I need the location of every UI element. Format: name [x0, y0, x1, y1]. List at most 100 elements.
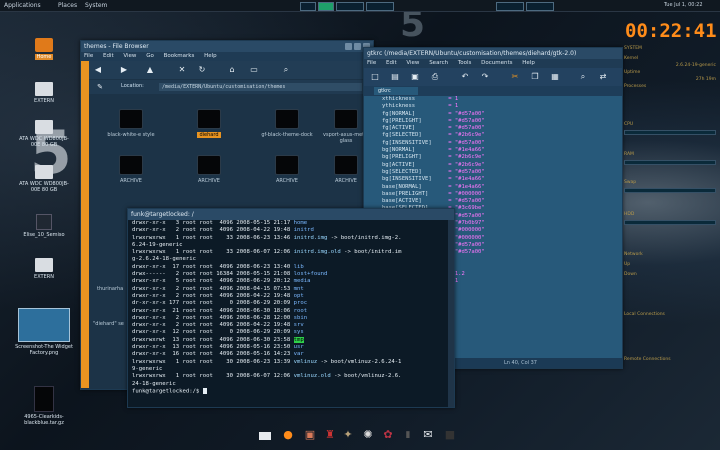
desktop-icon-screenshot[interactable]: Screenshot-The Widget Factory.png [12, 308, 76, 356]
conky-line: Up [624, 262, 631, 267]
menu-help[interactable]: Help [204, 53, 217, 59]
save-icon[interactable]: ▣ [410, 72, 420, 82]
mail-icon[interactable]: ✉ [421, 428, 435, 442]
menu-help[interactable]: Help [522, 60, 535, 66]
desktop-icon-home[interactable]: Home [16, 38, 72, 60]
replace-icon[interactable]: ⇄ [598, 72, 608, 82]
folder-item-selected[interactable]: diehard [179, 109, 239, 138]
terminal-entry-name: vmlinuz.old [293, 373, 331, 380]
drive-icon [35, 258, 53, 272]
menu-documents[interactable]: Documents [481, 60, 512, 66]
terminal-entry-name: lib [293, 263, 304, 270]
desktop-icon-hdd-1[interactable]: ATA WDC WD800JB-00E 80 GB [16, 120, 72, 148]
menu-file[interactable]: File [84, 53, 93, 59]
undo-icon[interactable]: ↶ [460, 72, 470, 82]
menu-edit[interactable]: Edit [103, 53, 114, 59]
conky-line: Swap [624, 180, 637, 185]
desktop-icon-label: ATA WDC WD800JB-00E 80 GB [19, 181, 69, 193]
code-key: bg[INSENSITIVE] [382, 176, 432, 183]
terminal-text: drwxr-xr-x 2 root root 4096 2008-04-15 0… [132, 285, 294, 292]
pidgin-icon[interactable]: ✿ [381, 428, 395, 442]
forward-arrow-icon[interactable]: ▶ [119, 65, 129, 75]
paste-icon[interactable]: ▦ [550, 72, 560, 82]
archive-item[interactable]: ARCHIVE [257, 155, 317, 184]
terminal-line: drwxr-xr-x 2 root root 4096 2008-04-22 1… [132, 293, 448, 300]
menu-bookmarks[interactable]: Bookmarks [164, 53, 195, 59]
image-viewer-icon[interactable]: ▣ [303, 428, 317, 442]
code-key: fg[SELECTED] [382, 132, 422, 139]
search-icon[interactable]: ⌕ [281, 65, 291, 75]
minimize-icon[interactable] [345, 43, 352, 50]
code-line: fg[NORMAL] = "#d57a00" [382, 111, 622, 118]
redo-icon[interactable]: ↷ [480, 72, 490, 82]
network-icon[interactable]: ✺ [361, 428, 375, 442]
terminal-text: drwxrwxrwt 13 root root 4096 2008-06-30 … [132, 336, 294, 343]
menu-go[interactable]: Go [146, 53, 154, 59]
computer-icon[interactable]: ▭ [249, 65, 259, 75]
desktop-icon-label: EXTERN [34, 274, 54, 280]
copy-icon[interactable]: ❐ [530, 72, 540, 82]
edit-location-icon[interactable]: ✎ [95, 82, 105, 92]
media-player-icon[interactable]: ♜ [323, 428, 337, 442]
menu-view[interactable]: View [406, 60, 419, 66]
reload-icon[interactable]: ↻ [197, 65, 207, 75]
home-icon[interactable]: ⌂ [227, 65, 237, 75]
folder-icon [119, 109, 143, 129]
location-input[interactable]: /media/EXTERN/Ubuntu/customisation/theme… [159, 83, 362, 91]
code-line: base[PRELIGHT] = "#000000" [382, 191, 622, 198]
terminal-line: lrwxrwxrwx 1 root root 30 2008-06-23 13:… [132, 359, 448, 366]
dock-bar: ● ▣ ♜ ✦ ✺ ✿ ▮ ✉ ■ [255, 424, 465, 446]
cut-icon[interactable]: ✂ [510, 72, 520, 82]
gimp-icon[interactable]: ✦ [341, 428, 355, 442]
drive-icon [35, 82, 53, 96]
code-key: bg[PRELIGHT] [382, 154, 422, 161]
code-line: fg[INSENSITIVE] = "#d57a00" [382, 140, 622, 147]
archive-label: ARCHIVE [276, 178, 298, 184]
panel-clock[interactable]: Tue Jul 1, 00:22 [664, 2, 703, 8]
up-arrow-icon[interactable]: ▲ [145, 65, 155, 75]
code-value: = "#1e4a66" [448, 176, 485, 183]
desktop-icon-extern-2[interactable]: EXTERN [16, 258, 72, 280]
menu-system[interactable]: System [85, 2, 107, 9]
menu-places[interactable]: Places [58, 2, 77, 9]
desktop-icon-extern[interactable]: EXTERN [16, 82, 72, 104]
menu-tools[interactable]: Tools [458, 60, 472, 66]
firefox-icon[interactable]: ● [281, 428, 295, 442]
menu-edit[interactable]: Edit [386, 60, 397, 66]
desktop-icon-label: EXTERN [34, 98, 54, 104]
menu-view[interactable]: View [123, 53, 136, 59]
desktop-icon-elise[interactable]: Elise_10_Semiso [16, 214, 72, 238]
desktop-icon-hdd-2[interactable]: ATA WDC WD800JB-00E 80 GB [16, 165, 72, 193]
menu-search[interactable]: Search [429, 60, 448, 66]
editor-titlebar[interactable]: gtkrc (/media/EXTERN/Ubuntu/customisatio… [364, 48, 622, 59]
desktop-icon-archive[interactable]: 4965-Clearkids-blackblue.tar.gz [14, 386, 74, 426]
back-arrow-icon[interactable]: ◀ [93, 65, 103, 75]
terminal-titlebar[interactable]: funk@targetlocked: / [128, 209, 454, 220]
tab-gtkrc[interactable]: gtkrc [374, 87, 418, 95]
archive-item[interactable]: ARCHIVE [179, 155, 239, 184]
print-icon[interactable]: ⎙ [430, 72, 440, 82]
show-desktop-icon[interactable] [259, 432, 271, 440]
conky-line: 27h 19m [695, 77, 716, 82]
desktop-icon-label: Screenshot-The Widget Factory.png [15, 344, 73, 356]
terminal-scrollbar[interactable] [448, 220, 454, 407]
file-label[interactable]: thurinarha [97, 286, 123, 292]
window-title: themes - File Browser [84, 43, 149, 50]
editor-menubar: File Edit View Search Tools Documents He… [364, 59, 622, 68]
folder-item[interactable]: gf-black-theme-dock [257, 109, 317, 138]
archive-item[interactable]: ARCHIVE [101, 155, 161, 184]
menu-applications[interactable]: Applications [4, 2, 41, 9]
open-icon[interactable]: ▤ [390, 72, 400, 82]
menu-file[interactable]: File [367, 60, 376, 66]
terminal-output[interactable]: drwxr-xr-x 3 root root 4096 2008-05-15 2… [128, 220, 448, 407]
drive-icon [35, 165, 53, 179]
archive-icon [334, 155, 358, 175]
find-icon[interactable]: ⌕ [578, 72, 588, 82]
maximize-icon[interactable] [354, 43, 361, 50]
stop-icon[interactable]: ✕ [177, 65, 187, 75]
trash-icon[interactable]: ■ [443, 428, 457, 442]
folder-item[interactable]: black-white-e style [101, 109, 161, 138]
new-file-icon[interactable]: □ [370, 72, 380, 82]
file-browser-titlebar[interactable]: themes - File Browser [81, 41, 373, 52]
terminal-icon[interactable]: ▮ [401, 428, 415, 442]
